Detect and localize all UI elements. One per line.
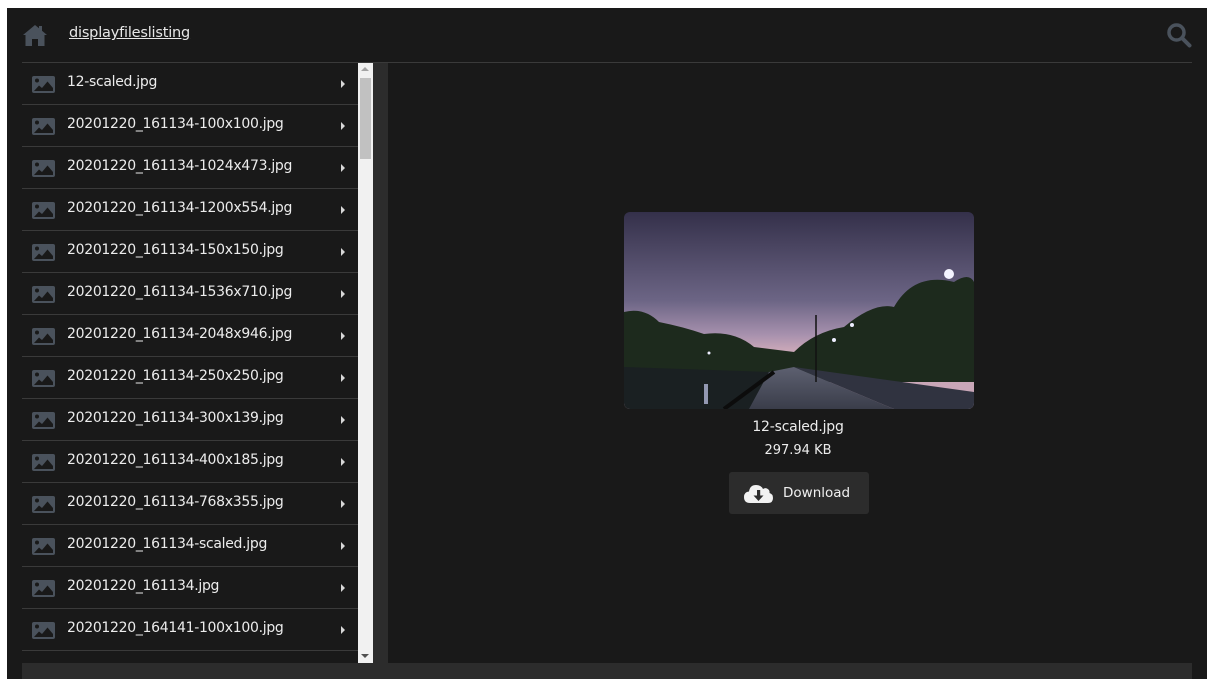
cloud-download-icon [744, 485, 773, 503]
file-list-item[interactable]: 20201220_164141-100x100.jpg [22, 609, 358, 651]
caret-right-icon[interactable] [341, 332, 345, 340]
caret-right-icon[interactable] [341, 542, 345, 550]
image-icon [32, 370, 55, 387]
preview-file-name: 12-scaled.jpg [752, 419, 844, 435]
scroll-down-arrow[interactable] [361, 654, 369, 658]
scroll-up-arrow[interactable] [361, 67, 369, 71]
image-icon [32, 328, 55, 345]
image-icon [32, 76, 55, 93]
download-button[interactable]: Download [729, 472, 869, 514]
image-icon [32, 160, 55, 177]
scroll-thumb[interactable] [360, 78, 371, 159]
file-list-item[interactable]: 20201220_161134-1024x473.jpg [22, 147, 358, 189]
scrollbar[interactable] [358, 63, 373, 663]
preview-pane: 12-scaled.jpg 297.94 KB Download [388, 63, 1192, 663]
caret-right-icon[interactable] [341, 458, 345, 466]
preview-file-size: 297.94 KB [764, 443, 832, 458]
image-preview[interactable] [624, 212, 974, 409]
caret-right-icon[interactable] [341, 584, 345, 592]
breadcrumb-link[interactable]: displayfileslisting [69, 25, 190, 41]
file-list-item[interactable]: 20201220_161134-1200x554.jpg [22, 189, 358, 231]
image-icon [32, 454, 55, 471]
file-list-item[interactable]: 20201220_161134-2048x946.jpg [22, 315, 358, 357]
file-list-item[interactable]: 20201220_161134-150x150.jpg [22, 231, 358, 273]
divider [373, 63, 388, 663]
file-name: 12-scaled.jpg [67, 74, 158, 90]
download-label: Download [783, 485, 851, 501]
caret-right-icon[interactable] [341, 80, 345, 88]
file-list-item[interactable]: 20201220_161134-300x139.jpg [22, 399, 358, 441]
image-icon [32, 580, 55, 597]
file-list-item[interactable]: 20201220_161134-768x355.jpg [22, 483, 358, 525]
caret-right-icon[interactable] [341, 206, 345, 214]
file-name: 20201220_164141-100x100.jpg [67, 620, 284, 636]
image-icon [32, 622, 55, 639]
image-icon [32, 286, 55, 303]
file-list-item[interactable]: 20201220_161134-100x100.jpg [22, 105, 358, 147]
search-icon[interactable] [1166, 22, 1192, 48]
image-icon [32, 538, 55, 555]
image-icon [32, 496, 55, 513]
file-browser-window: displayfileslisting 12-scaled.jpg 202012… [7, 8, 1207, 679]
file-name: 20201220_161134-1024x473.jpg [67, 158, 293, 174]
image-icon [32, 202, 55, 219]
header: displayfileslisting [22, 8, 1192, 63]
file-list-item[interactable]: 20201220_161134-400x185.jpg [22, 441, 358, 483]
file-list-item[interactable]: 20201220_161134.jpg [22, 567, 358, 609]
caret-right-icon[interactable] [341, 248, 345, 256]
file-name: 20201220_161134-400x185.jpg [67, 452, 284, 468]
file-name: 20201220_161134.jpg [67, 578, 220, 594]
image-icon [32, 244, 55, 261]
caret-right-icon[interactable] [341, 626, 345, 634]
file-name: 20201220_161134-1200x554.jpg [67, 200, 293, 216]
image-icon [32, 118, 55, 135]
caret-right-icon[interactable] [341, 374, 345, 382]
file-list-item[interactable]: 12-scaled.jpg [22, 63, 358, 105]
caret-right-icon[interactable] [341, 290, 345, 298]
image-icon [32, 412, 55, 429]
caret-right-icon[interactable] [341, 500, 345, 508]
file-name: 20201220_161134-250x250.jpg [67, 368, 284, 384]
file-name: 20201220_161134-150x150.jpg [67, 242, 284, 258]
caret-right-icon[interactable] [341, 122, 345, 130]
home-icon[interactable] [22, 23, 48, 47]
file-list-item[interactable]: 20201220_161134-250x250.jpg [22, 357, 358, 399]
file-list: 12-scaled.jpg 20201220_161134-100x100.jp… [22, 63, 358, 663]
caret-right-icon[interactable] [341, 416, 345, 424]
file-name: 20201220_161134-2048x946.jpg [67, 326, 293, 342]
file-list-item[interactable]: 20201220_161134-scaled.jpg [22, 525, 358, 567]
file-name: 20201220_161134-100x100.jpg [67, 116, 284, 132]
file-name: 20201220_161134-1536x710.jpg [67, 284, 293, 300]
file-name: 20201220_161134-768x355.jpg [67, 494, 284, 510]
file-list-item[interactable]: 20201220_161134-1536x710.jpg [22, 273, 358, 315]
caret-right-icon[interactable] [341, 164, 345, 172]
footer-bar [22, 663, 1192, 679]
file-name: 20201220_161134-scaled.jpg [67, 536, 268, 552]
file-name: 20201220_161134-300x139.jpg [67, 410, 284, 426]
